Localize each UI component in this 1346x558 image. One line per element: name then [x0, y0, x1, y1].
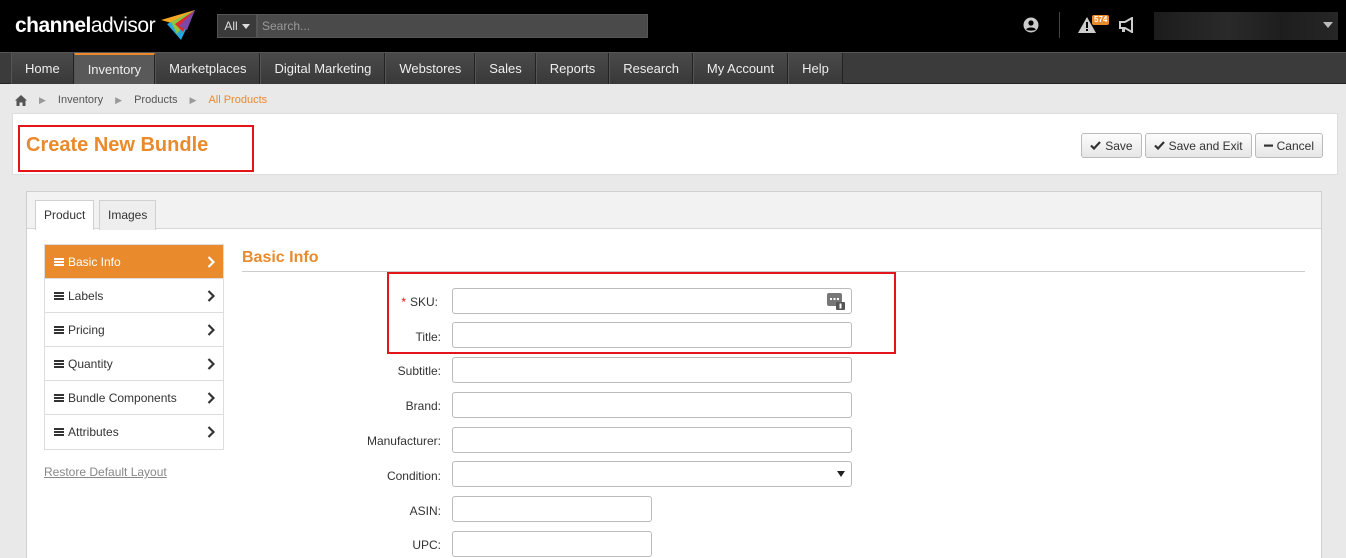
breadcrumb: ▶ Inventory ▶ Products ▶ All Products: [15, 92, 267, 108]
side-item-labels[interactable]: Labels: [45, 279, 223, 313]
header-actions: Save Save and Exit Cancel: [1081, 133, 1323, 158]
asin-field[interactable]: [452, 496, 652, 522]
save-button-label: Save: [1105, 138, 1133, 153]
list-icon: [54, 428, 64, 436]
channeladvisor-logo[interactable]: channeladvisor: [15, 10, 195, 40]
nav-research[interactable]: Research: [609, 53, 693, 84]
tab-images[interactable]: Images: [99, 200, 157, 230]
save-button[interactable]: Save: [1081, 133, 1142, 158]
caret-right-icon: ▶: [189, 94, 197, 105]
manufacturer-field[interactable]: [452, 427, 852, 453]
search-scope-dropdown[interactable]: All: [217, 14, 257, 38]
chevron-down-icon[interactable]: [1323, 21, 1333, 29]
minus-icon: [1263, 144, 1273, 147]
condition-label: Condition:: [386, 469, 441, 483]
logo-text-rest: advisor: [90, 14, 156, 37]
account-menu[interactable]: [1154, 12, 1338, 40]
caret-down-icon: [241, 23, 250, 29]
chevron-right-icon: [207, 392, 215, 404]
product-editor: Product Images Basic Info Labels Pricing…: [26, 191, 1322, 558]
save-and-exit-button[interactable]: Save and Exit: [1144, 133, 1252, 158]
chevron-right-icon: [207, 358, 215, 370]
side-item-quantity[interactable]: Quantity: [45, 347, 223, 381]
chevron-right-icon: [207, 324, 215, 336]
main-nav: Home Inventory Marketplaces Digital Mark…: [0, 52, 1346, 84]
logo-text-bold: channel: [15, 14, 91, 37]
global-search: All: [217, 14, 648, 38]
asin-label: ASIN:: [409, 504, 441, 518]
side-item-basic-info[interactable]: Basic Info: [45, 245, 223, 279]
search-scope-label: All: [224, 19, 238, 33]
nav-inventory[interactable]: Inventory: [73, 53, 156, 84]
manufacturer-label: Manufacturer:: [366, 434, 441, 448]
side-menu: Basic Info Labels Pricing Quantity Bundl…: [44, 244, 224, 450]
side-item-label: Attributes: [68, 425, 119, 439]
top-bar: channeladvisor All 574: [0, 0, 1346, 52]
topbar-divider: [1059, 12, 1060, 38]
caret-right-icon: ▶: [115, 94, 123, 105]
alert-count-badge: 574: [1092, 15, 1110, 25]
brand-field[interactable]: [452, 392, 852, 418]
breadcrumb-products[interactable]: Products: [134, 94, 177, 106]
megaphone-icon[interactable]: [1118, 17, 1136, 33]
chevron-right-icon: [207, 256, 215, 268]
nav-webstores[interactable]: Webstores: [385, 53, 476, 84]
side-item-bundle-components[interactable]: Bundle Components: [45, 381, 223, 415]
side-item-label: Pricing: [68, 322, 105, 337]
side-item-label: Basic Info: [68, 254, 121, 269]
subtitle-label: Subtitle:: [397, 364, 441, 378]
save-and-exit-button-label: Save and Exit: [1168, 138, 1243, 153]
side-item-label: Labels: [68, 288, 104, 303]
sku-title-highlight-box: [387, 272, 896, 354]
title-highlight-box: [18, 125, 254, 172]
search-input[interactable]: [257, 14, 648, 38]
breadcrumb-inventory[interactable]: Inventory: [58, 94, 103, 106]
user-icon[interactable]: [1023, 17, 1039, 33]
breadcrumb-all-products[interactable]: All Products: [208, 94, 267, 106]
list-icon: [54, 393, 64, 402]
list-icon: [54, 257, 64, 266]
nav-marketplaces[interactable]: Marketplaces: [155, 53, 261, 84]
caret-right-icon: ▶: [39, 94, 46, 105]
home-icon[interactable]: [15, 94, 27, 106]
list-icon: [54, 291, 64, 300]
nav-digital-marketing[interactable]: Digital Marketing: [260, 53, 386, 84]
side-item-label: Bundle Components: [68, 390, 177, 405]
logo-mark-icon: [161, 10, 195, 40]
section-title: Basic Info: [242, 249, 319, 266]
cancel-button[interactable]: Cancel: [1254, 133, 1323, 158]
caret-down-icon: [837, 471, 845, 477]
upc-field[interactable]: [452, 531, 652, 557]
nav-sales[interactable]: Sales: [475, 53, 536, 84]
subtitle-field[interactable]: [452, 357, 852, 383]
nav-reports[interactable]: Reports: [535, 53, 610, 84]
chevron-right-icon: [207, 426, 215, 438]
side-item-attributes[interactable]: Attributes: [45, 415, 223, 449]
check-icon: [1090, 141, 1102, 150]
cancel-button-label: Cancel: [1276, 138, 1314, 153]
tabs-bar: Product Images: [27, 192, 1321, 230]
restore-default-layout-link[interactable]: Restore Default Layout: [44, 465, 167, 479]
nav-help[interactable]: Help: [788, 53, 843, 84]
brand-label: Brand:: [405, 399, 441, 413]
upc-label: UPC:: [412, 538, 441, 552]
condition-select[interactable]: [452, 461, 852, 487]
list-icon: [54, 359, 64, 368]
chevron-right-icon: [207, 290, 215, 302]
check-icon: [1153, 141, 1165, 150]
side-item-pricing[interactable]: Pricing: [45, 313, 223, 347]
nav-home[interactable]: Home: [11, 53, 74, 84]
tab-product[interactable]: Product: [35, 200, 95, 230]
side-item-label: Quantity: [68, 356, 113, 371]
nav-my-account[interactable]: My Account: [692, 53, 789, 84]
list-icon: [54, 325, 64, 334]
